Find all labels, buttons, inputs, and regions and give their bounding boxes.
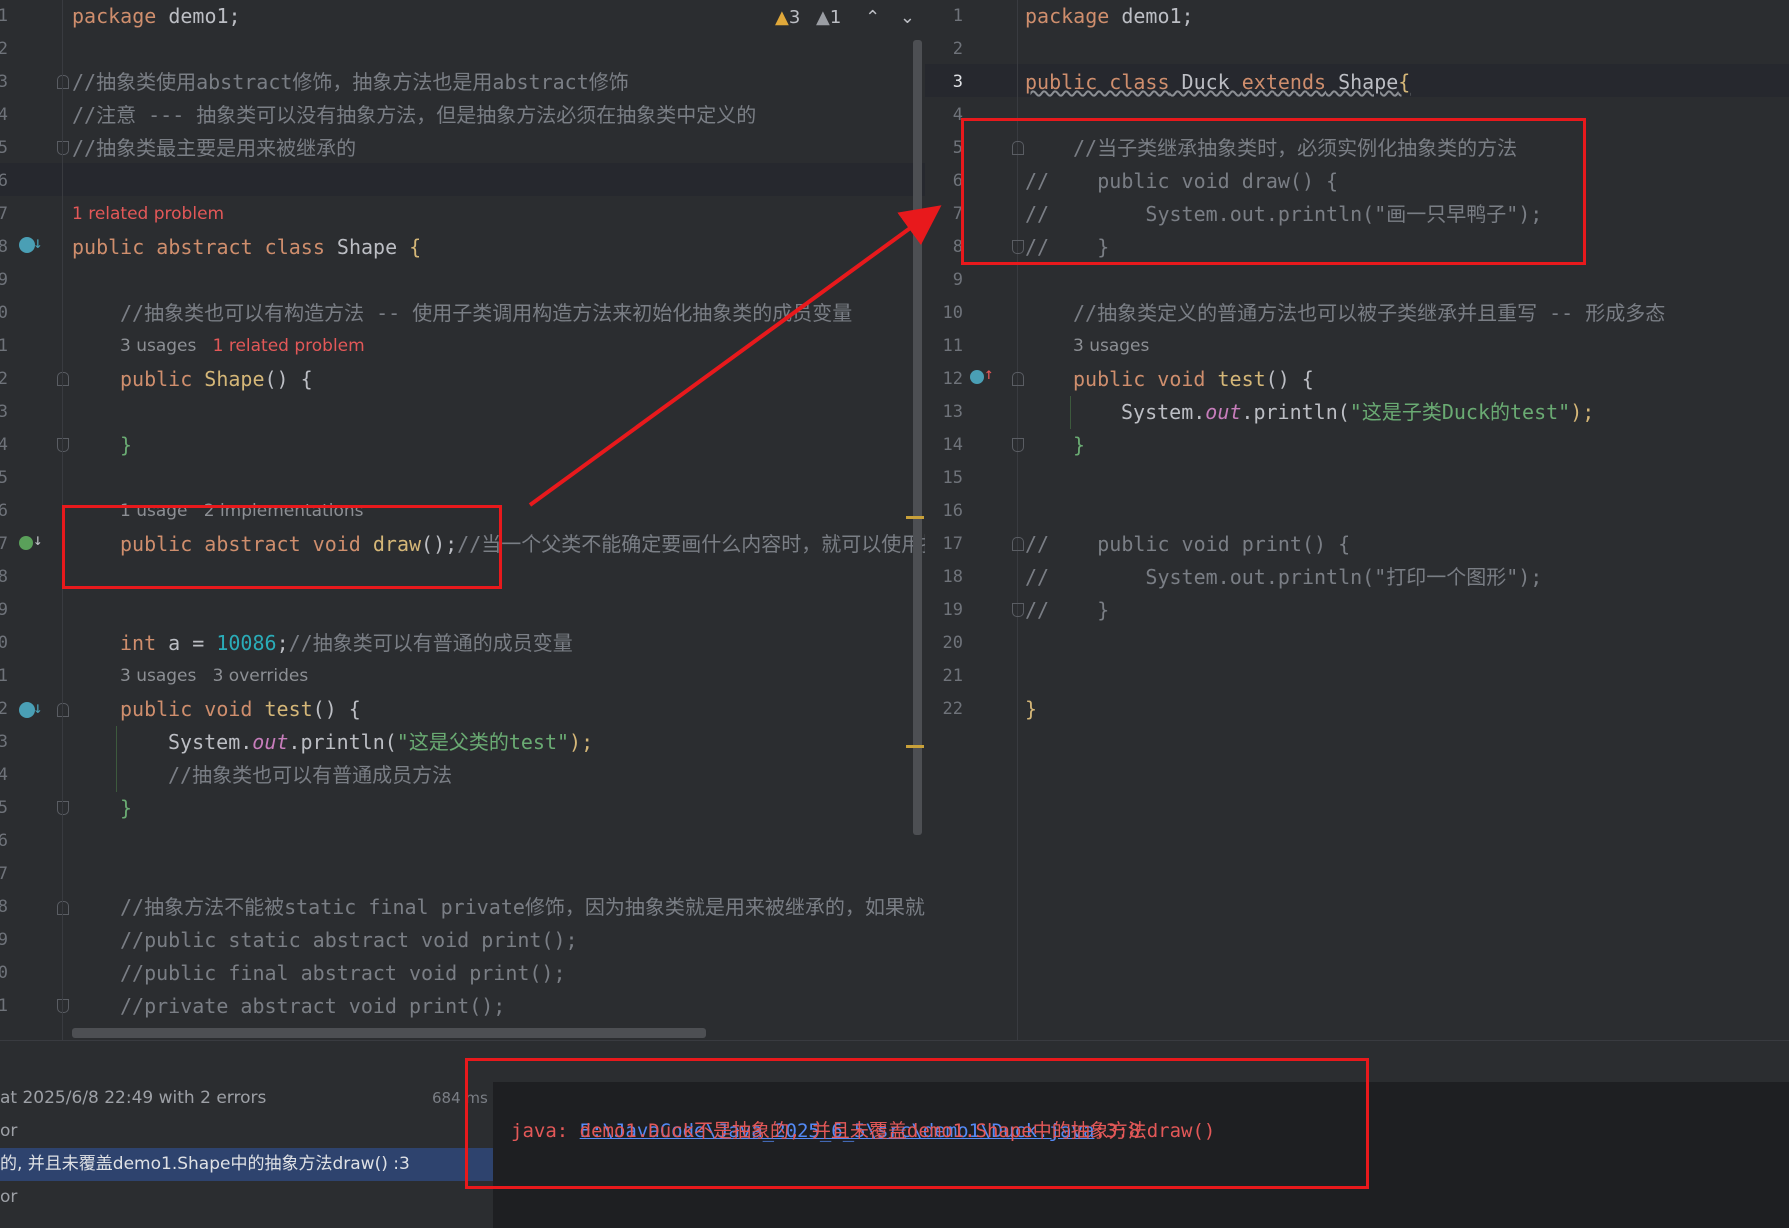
annotation-arrow <box>528 205 942 507</box>
